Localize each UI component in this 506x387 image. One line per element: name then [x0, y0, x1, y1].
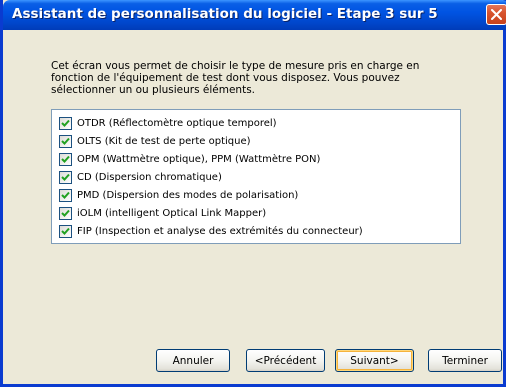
cd-checkbox[interactable]	[59, 170, 72, 184]
checkmark-icon	[61, 191, 70, 199]
otdr-label: OTDR (Réflectomètre optique temporel)	[77, 117, 277, 129]
olts-checkbox[interactable]	[59, 134, 72, 148]
pmd-label: PMD (Dispersion des modes de polarisatio…	[77, 189, 299, 201]
measurement-type-list: OTDR (Réflectomètre optique temporel) OL…	[51, 109, 461, 244]
cd-label: CD (Dispersion chromatique)	[77, 171, 222, 183]
intro-line: sélectionner un ou plusieurs éléments.	[51, 84, 255, 96]
list-item-fip[interactable]: FIP (Inspection et analyse des extrémité…	[59, 223, 363, 239]
list-item-olts[interactable]: OLTS (Kit de test de perte optique)	[59, 133, 251, 149]
checkmark-icon	[61, 173, 70, 181]
finish-button[interactable]: Terminer	[428, 349, 502, 372]
opm-checkbox[interactable]	[59, 152, 72, 166]
close-button[interactable]	[486, 4, 506, 25]
previous-button[interactable]: <Précédent	[246, 349, 325, 372]
close-icon	[491, 9, 502, 20]
cancel-button[interactable]: Annuler	[156, 349, 230, 372]
intro-line: fonction de l'équipement de test dont vo…	[51, 72, 400, 84]
fip-checkbox[interactable]	[59, 224, 72, 238]
fip-label: FIP (Inspection et analyse des extrémité…	[77, 225, 363, 237]
intro-line: Cet écran vous permet de choisir le type…	[51, 60, 420, 72]
list-item-pmd[interactable]: PMD (Dispersion des modes de polarisatio…	[59, 187, 298, 203]
list-item-otdr[interactable]: OTDR (Réflectomètre optique temporel)	[59, 115, 277, 131]
olts-label: OLTS (Kit de test de perte optique)	[77, 135, 251, 147]
list-item-opm[interactable]: OPM (Wattmètre optique), PPM (Wattmètre …	[59, 151, 320, 167]
window-title: Assistant de personnalisation du logicie…	[12, 6, 438, 22]
intro-text: Cet écran vous permet de choisir le type…	[51, 60, 451, 96]
checkmark-icon	[61, 227, 70, 235]
checkmark-icon	[61, 137, 70, 145]
next-button[interactable]: Suivant>	[335, 349, 414, 372]
iolm-checkbox[interactable]	[59, 206, 72, 220]
iolm-label: iOLM (intelligent Optical Link Mapper)	[77, 207, 267, 219]
title-bar[interactable]: Assistant de personnalisation du logicie…	[3, 0, 506, 30]
opm-label: OPM (Wattmètre optique), PPM (Wattmètre …	[77, 153, 321, 165]
checkmark-icon	[61, 119, 70, 127]
otdr-checkbox[interactable]	[59, 116, 72, 130]
checkmark-icon	[61, 209, 70, 217]
list-item-cd[interactable]: CD (Dispersion chromatique)	[59, 169, 222, 185]
pmd-checkbox[interactable]	[59, 188, 72, 202]
list-item-iolm[interactable]: iOLM (intelligent Optical Link Mapper)	[59, 205, 266, 221]
wizard-window: Assistant de personnalisation du logicie…	[0, 0, 506, 387]
checkmark-icon	[61, 155, 70, 163]
